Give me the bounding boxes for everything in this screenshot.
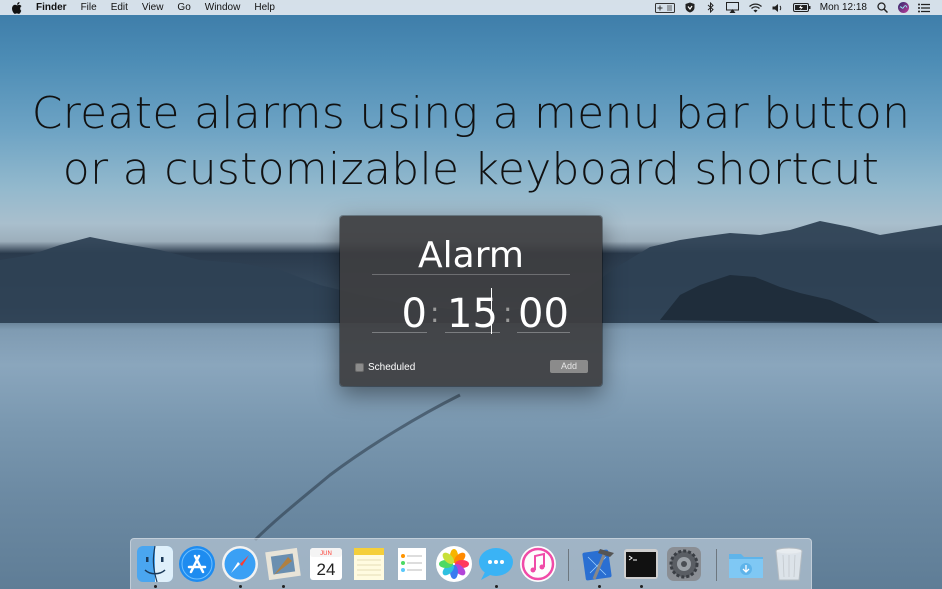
menu-app-name[interactable]: Finder [36, 2, 67, 13]
wifi-icon[interactable] [749, 2, 763, 14]
mail-icon[interactable] [264, 545, 302, 583]
apple-menu-icon[interactable] [12, 1, 24, 14]
battery-icon[interactable] [792, 2, 811, 14]
safari-running-dot [239, 585, 242, 588]
system-preferences-icon[interactable] [665, 545, 703, 583]
calendar-day: 24 [317, 560, 336, 579]
panel-title: Alarm [418, 235, 524, 276]
alarm-plus-icon[interactable] [654, 2, 675, 14]
text-cursor [491, 288, 492, 334]
menu-edit[interactable]: Edit [111, 2, 128, 13]
dock: JUN 24 [130, 538, 812, 589]
itunes-icon[interactable] [519, 545, 557, 583]
checkbox-box[interactable] [355, 363, 364, 372]
mail-running-dot [282, 585, 285, 588]
trash-icon[interactable] [770, 545, 808, 583]
colon-separator-1: : [430, 296, 440, 329]
app-store-icon[interactable] [178, 545, 216, 583]
seconds-underline [517, 332, 570, 333]
safari-icon[interactable] [221, 545, 259, 583]
finder-icon[interactable] [136, 545, 174, 583]
terminal-running-dot [640, 585, 643, 588]
add-button[interactable]: Add [550, 360, 588, 373]
finder-running-dot [154, 585, 157, 588]
headline-line-1: Create alarms using a menu bar button [31, 88, 911, 139]
xcode-running-dot [598, 585, 601, 588]
menu-help[interactable]: Help [254, 2, 275, 13]
photos-icon[interactable] [435, 545, 473, 583]
messages-icon[interactable] [477, 545, 515, 583]
search-icon[interactable] [876, 2, 888, 14]
list-icon[interactable] [918, 2, 930, 14]
headline-line-2: or a customizable keyboard shortcut [62, 144, 880, 195]
hours-field[interactable]: 0 [372, 292, 427, 336]
menu-view[interactable]: View [142, 2, 164, 13]
menu-bar: Finder File Edit View Go Window Help Mon… [0, 0, 942, 15]
seconds-field[interactable]: 00 [517, 292, 570, 336]
messages-running-dot [495, 585, 498, 588]
promo-headline: Create alarms using a menu bar button or… [0, 86, 942, 198]
terminal-icon[interactable] [622, 545, 660, 583]
airplay-icon[interactable] [726, 2, 740, 14]
notes-icon[interactable] [350, 545, 388, 583]
downloads-folder-icon[interactable] [727, 545, 765, 583]
status-area: Mon 12:18 [654, 2, 942, 14]
calendar-icon[interactable]: JUN 24 [307, 545, 345, 583]
siri-icon[interactable] [897, 2, 909, 14]
reminders-icon[interactable] [393, 545, 431, 583]
scheduled-checkbox[interactable]: Scheduled [355, 362, 415, 373]
scheduled-label: Scheduled [368, 362, 416, 373]
title-divider [372, 274, 570, 275]
menu-clock[interactable]: Mon 12:18 [820, 2, 867, 13]
xcode-icon[interactable] [580, 545, 618, 583]
hours-underline [372, 332, 427, 333]
colon-separator-2: : [503, 296, 513, 329]
alarm-panel: Alarm 0 : 15 : 00 Scheduled Add [340, 216, 602, 386]
dock-separator-1 [568, 549, 569, 581]
volume-icon[interactable] [772, 2, 784, 14]
dock-separator-2 [716, 549, 717, 581]
menu-file[interactable]: File [81, 2, 97, 13]
calendar-month: JUN [320, 551, 332, 557]
menu-window[interactable]: Window [205, 2, 241, 13]
bluetooth-icon[interactable] [705, 2, 717, 14]
shield-icon[interactable] [684, 2, 696, 14]
menu-go[interactable]: Go [177, 2, 190, 13]
